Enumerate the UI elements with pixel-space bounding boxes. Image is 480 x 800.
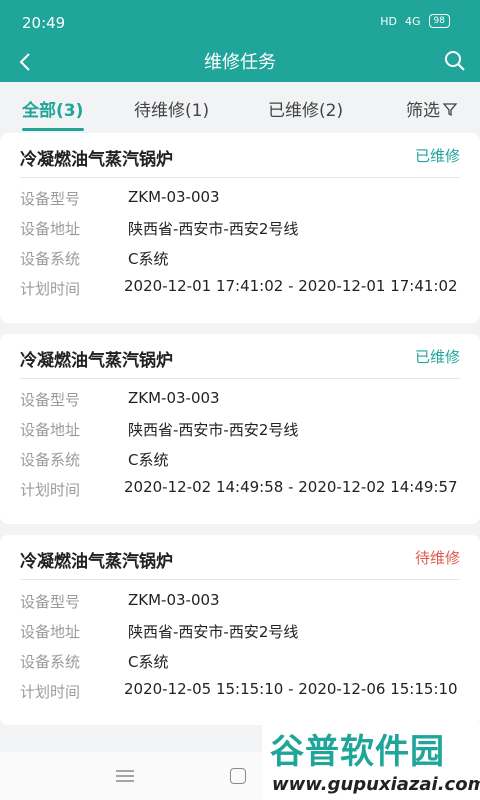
task-title: 冷凝燃油气蒸汽锅炉	[20, 351, 173, 371]
value-model: ZKM-03-003	[128, 591, 220, 609]
task-card[interactable]: 冷凝燃油气蒸汽锅炉 待维修 设备型号 ZKM-03-003 设备地址 陕西省-西…	[0, 535, 480, 725]
top-nav: 维修任务	[0, 44, 480, 82]
label-time: 计划时间	[20, 683, 81, 701]
status-indicators: HD 4G 98	[380, 14, 450, 28]
task-status: 已维修	[414, 348, 460, 366]
network-type: HD	[380, 14, 398, 28]
task-title: 冷凝燃油气蒸汽锅炉	[20, 552, 173, 572]
tab-pending[interactable]: 待维修(1)	[134, 96, 209, 121]
label-system: 设备系统	[20, 250, 81, 268]
value-time: 2020-12-02 14:49:58 - 2020-12-02 14:49:5…	[124, 478, 458, 496]
tab-all[interactable]: 全部(3)	[22, 96, 83, 121]
watermark-logo: 谷普软件园	[270, 732, 445, 772]
value-system: C系统	[128, 653, 169, 671]
label-address: 设备地址	[20, 220, 81, 238]
funnel-icon	[442, 102, 458, 116]
card-divider	[20, 579, 460, 580]
label-model: 设备型号	[20, 593, 81, 611]
label-system: 设备系统	[20, 653, 81, 671]
value-model: ZKM-03-003	[128, 188, 220, 206]
task-card[interactable]: 冷凝燃油气蒸汽锅炉 已维修 设备型号 ZKM-03-003 设备地址 陕西省-西…	[0, 133, 480, 323]
value-system: C系统	[128, 250, 169, 268]
tab-done[interactable]: 已维修(2)	[268, 96, 343, 121]
task-title: 冷凝燃油气蒸汽锅炉	[20, 150, 173, 170]
card-divider	[20, 378, 460, 379]
task-card[interactable]: 冷凝燃油气蒸汽锅炉 已维修 设备型号 ZKM-03-003 设备地址 陕西省-西…	[0, 334, 480, 524]
filter-button[interactable]: 筛选	[406, 96, 458, 121]
page-title: 维修任务	[204, 52, 276, 73]
home-icon[interactable]	[230, 768, 246, 784]
label-address: 设备地址	[20, 623, 81, 641]
status-bar: 20:49 HD 4G 98	[0, 0, 480, 44]
value-address: 陕西省-西安市-西安2号线	[128, 623, 299, 641]
value-time: 2020-12-01 17:41:02 - 2020-12-01 17:41:0…	[124, 277, 458, 295]
value-system: C系统	[128, 451, 169, 469]
watermark-url: www.gupuxiazai.com	[272, 774, 480, 795]
value-address: 陕西省-西安市-西安2号线	[128, 220, 299, 238]
battery-icon: 98	[428, 14, 450, 28]
task-status: 已维修	[414, 147, 460, 165]
value-address: 陕西省-西安市-西安2号线	[128, 421, 299, 439]
filter-label: 筛选	[406, 101, 440, 121]
value-model: ZKM-03-003	[128, 389, 220, 407]
search-icon[interactable]	[442, 48, 468, 74]
signal-icon: 4G	[405, 14, 421, 28]
menu-icon[interactable]	[116, 770, 134, 782]
card-divider	[20, 177, 460, 178]
label-system: 设备系统	[20, 451, 81, 469]
label-time: 计划时间	[20, 280, 81, 298]
value-time: 2020-12-05 15:15:10 - 2020-12-06 15:15:1…	[124, 680, 458, 698]
task-status: 待维修	[414, 549, 460, 567]
label-address: 设备地址	[20, 421, 81, 439]
status-time: 20:49	[22, 14, 66, 32]
label-model: 设备型号	[20, 190, 81, 208]
watermark: 谷普软件园 www.gupuxiazai.com	[262, 722, 480, 800]
active-tab-indicator	[22, 128, 84, 131]
label-time: 计划时间	[20, 481, 81, 499]
filter-tabs: 全部(3) 待维修(1) 已维修(2) 筛选	[0, 82, 480, 132]
label-model: 设备型号	[20, 391, 81, 409]
